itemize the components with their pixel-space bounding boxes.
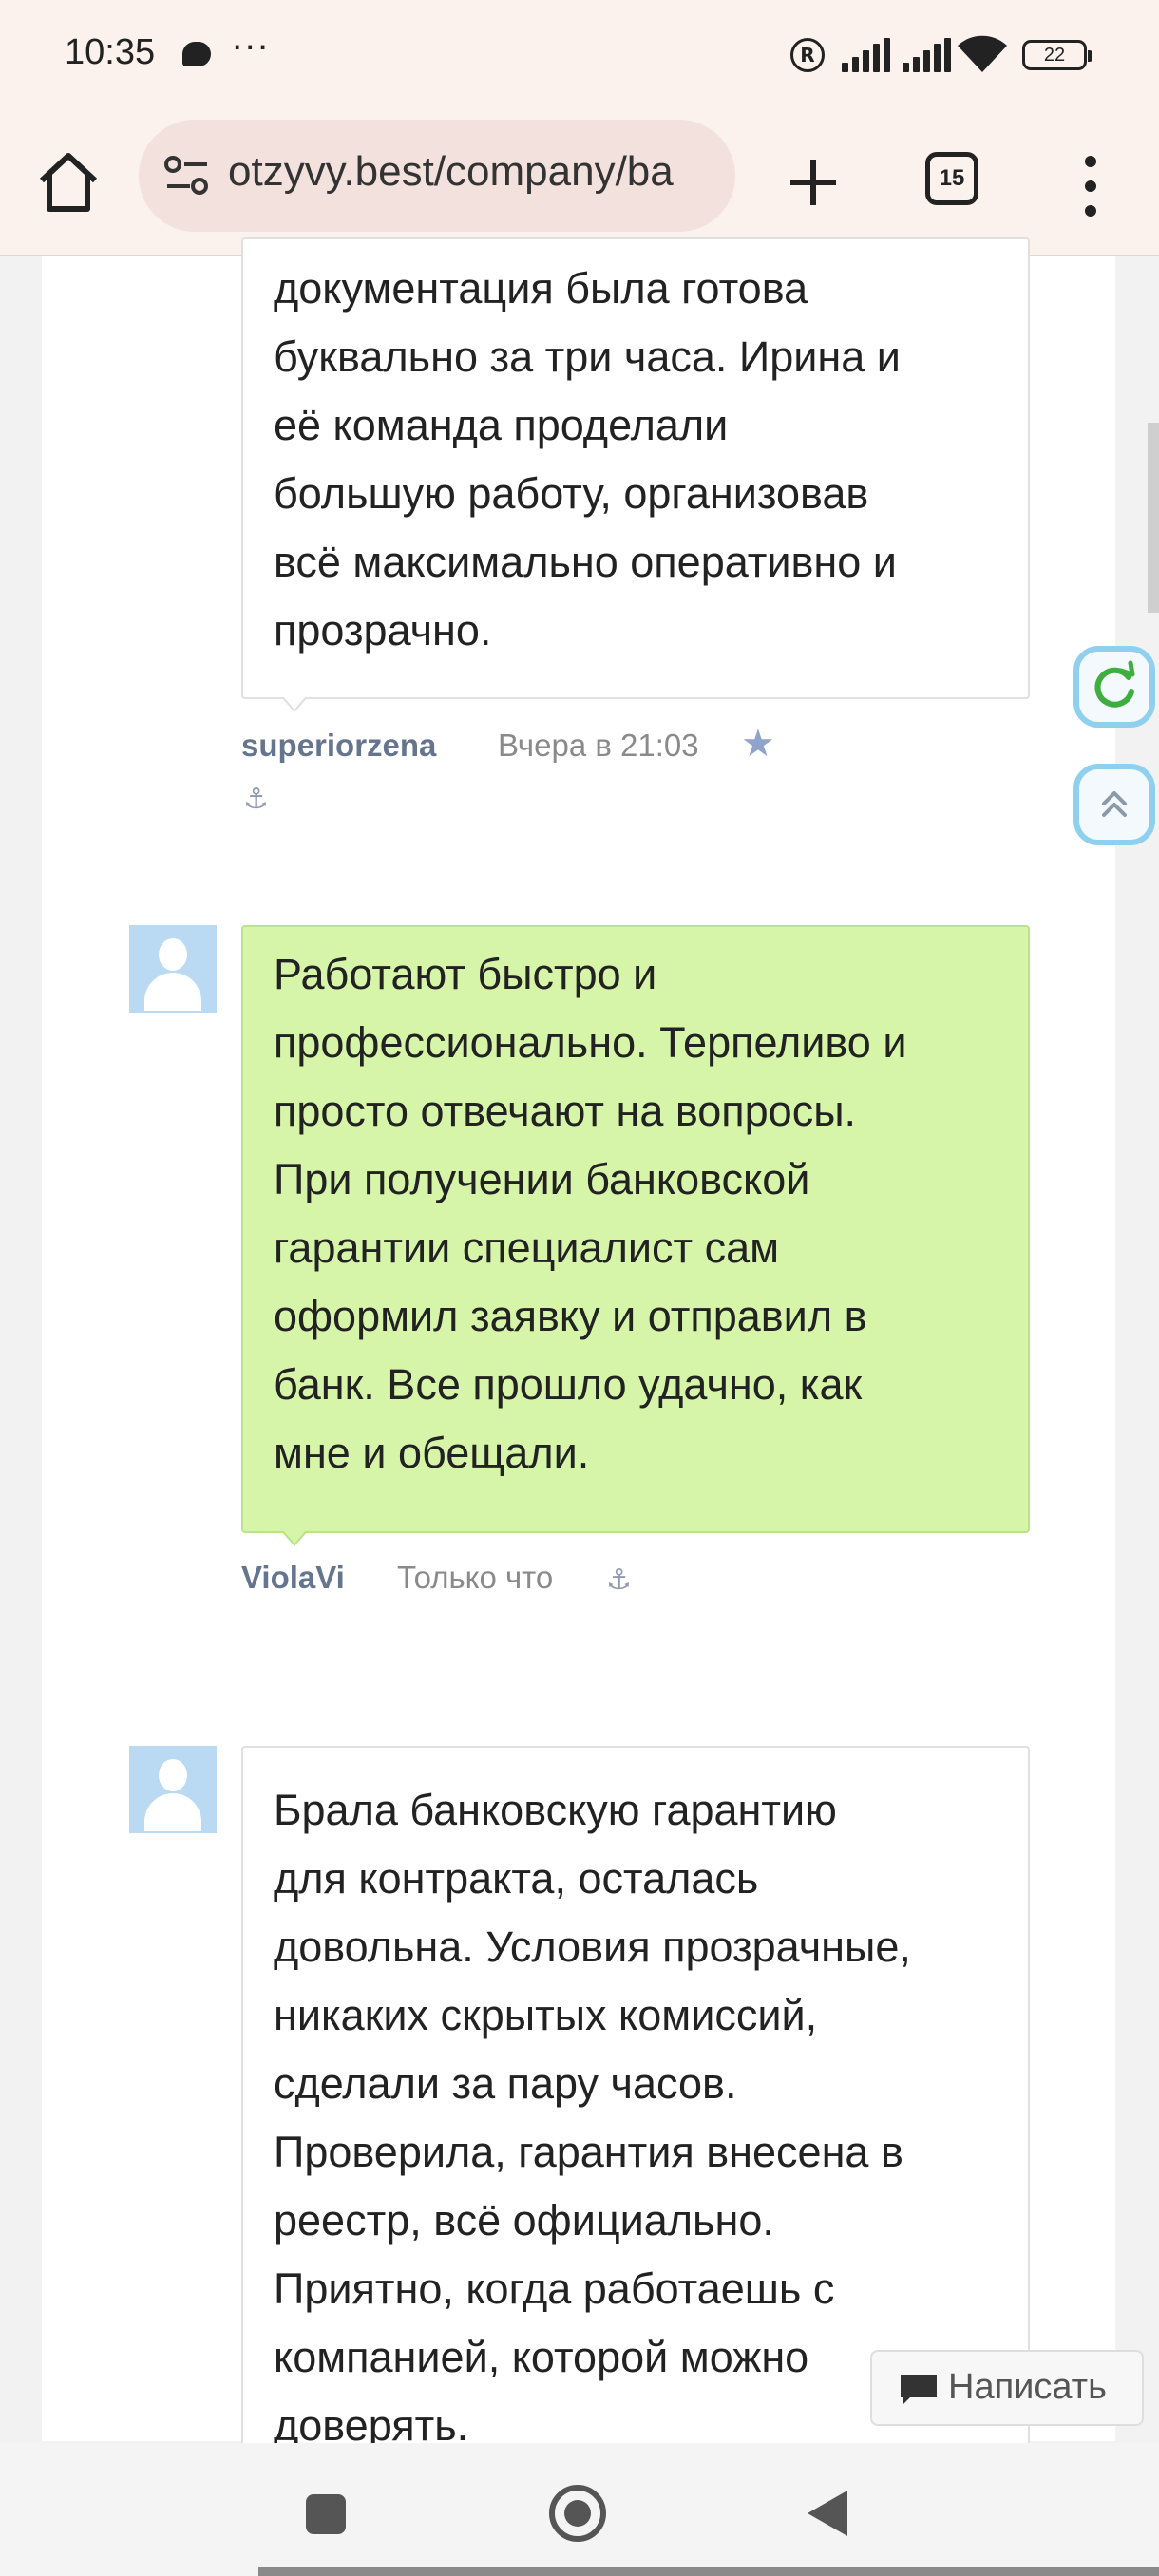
site-settings-icon[interactable] [163,154,211,198]
review-bubble-highlighted: Работают быстро и профессионально. Терпе… [241,925,1030,1546]
review-line: просто отвечают на вопросы. [274,1087,857,1135]
review-bubble: документация была готова буквально за тр… [241,237,1030,712]
review-author[interactable]: superiorzena [241,728,436,764]
chat-icon [901,2375,937,2405]
review-line: гарантии специалист сам [274,1223,780,1272]
reviews-list: документация была готова буквально за тр… [42,237,1115,2468]
signal-icon [842,38,891,72]
review-line: буквально за три часа. Ирина и [274,332,901,381]
scroll-top-button[interactable] [1074,764,1155,845]
anchor-icon[interactable]: ⚓ [606,1563,632,1597]
review-line: При получении банковской [274,1155,810,1203]
avatar [129,925,217,1013]
url-text[interactable]: otzyvy.best/company/ba [228,148,716,201]
home-icon[interactable] [34,148,103,217]
review-text: Работают быстро и профессионально. Терпе… [274,940,999,1487]
anchor-icon[interactable]: ⚓ [243,783,269,816]
recents-icon[interactable] [306,2494,346,2534]
signal-2-icon [902,38,952,72]
wifi-icon [958,35,1007,72]
review-line: документация была готова [274,264,808,313]
review-date: Вчера в 21:03 [498,728,699,763]
review-line: всё максимально оперативно и [274,538,897,586]
review-text: документация была готова буквально за тр… [274,255,999,665]
review-line: прозрачно. [274,606,492,654]
star-icon[interactable]: ★ [741,722,775,766]
review-line: оформил заявку и отправил в [274,1292,867,1340]
review-line: её команда проделали [274,401,729,449]
double-chevron-up-icon [1102,791,1127,817]
review-line: довольна. Условия прозрачные, [274,1923,911,1971]
avatar [129,1746,217,1833]
address-bar[interactable]: otzyvy.best/company/ba [139,120,735,232]
registered-icon: R [790,38,825,72]
review-line: банк. Все прошло удачно, как [274,1360,863,1409]
write-review-button[interactable]: Написать [870,2350,1144,2426]
review-line: Приятно, когда работаешь с [274,2264,835,2313]
message-notification-icon [182,42,211,66]
review-date: Только что [397,1560,554,1595]
review-author[interactable]: ViolaVi [241,1560,345,1596]
back-icon[interactable] [808,2491,847,2536]
status-bar: 10:35 ··· R 22 [0,0,1159,114]
scrollbar-thumb[interactable] [1148,423,1159,613]
refresh-button[interactable] [1074,646,1155,728]
review-line: реестр, всё официально. [274,2196,774,2245]
browser-toolbar: otzyvy.best/company/ba 15 [0,114,1159,256]
browser-menu-icon[interactable] [1074,156,1108,217]
review-line: Работают быстро и [274,950,657,998]
review-line: Проверила, гарантия внесена в [274,2128,903,2176]
review-line: профессионально. Терпеливо и [274,1018,907,1067]
gesture-bar [258,2567,1159,2576]
battery-icon: 22 [1022,40,1092,70]
review-line: большую работу, организовав [274,469,869,518]
status-time: 10:35 [65,32,156,72]
more-notifications-icon: ··· [232,28,271,67]
system-nav-bar [0,2443,1159,2576]
review-line: сделали за пару часов. [274,2059,737,2108]
write-button-label: Написать [948,2367,1107,2407]
refresh-icon [1094,660,1135,708]
new-tab-icon[interactable] [777,146,849,218]
home-nav-icon[interactable] [549,2485,606,2542]
review-line: Брала банковскую гарантию [274,1786,837,1834]
review-line: для контракта, осталась [274,1854,759,1903]
review-line: никаких скрытых комиссий, [274,1991,818,2039]
review-line: мне и обещали. [274,1429,590,1477]
tab-switcher-button[interactable]: 15 [925,152,978,205]
